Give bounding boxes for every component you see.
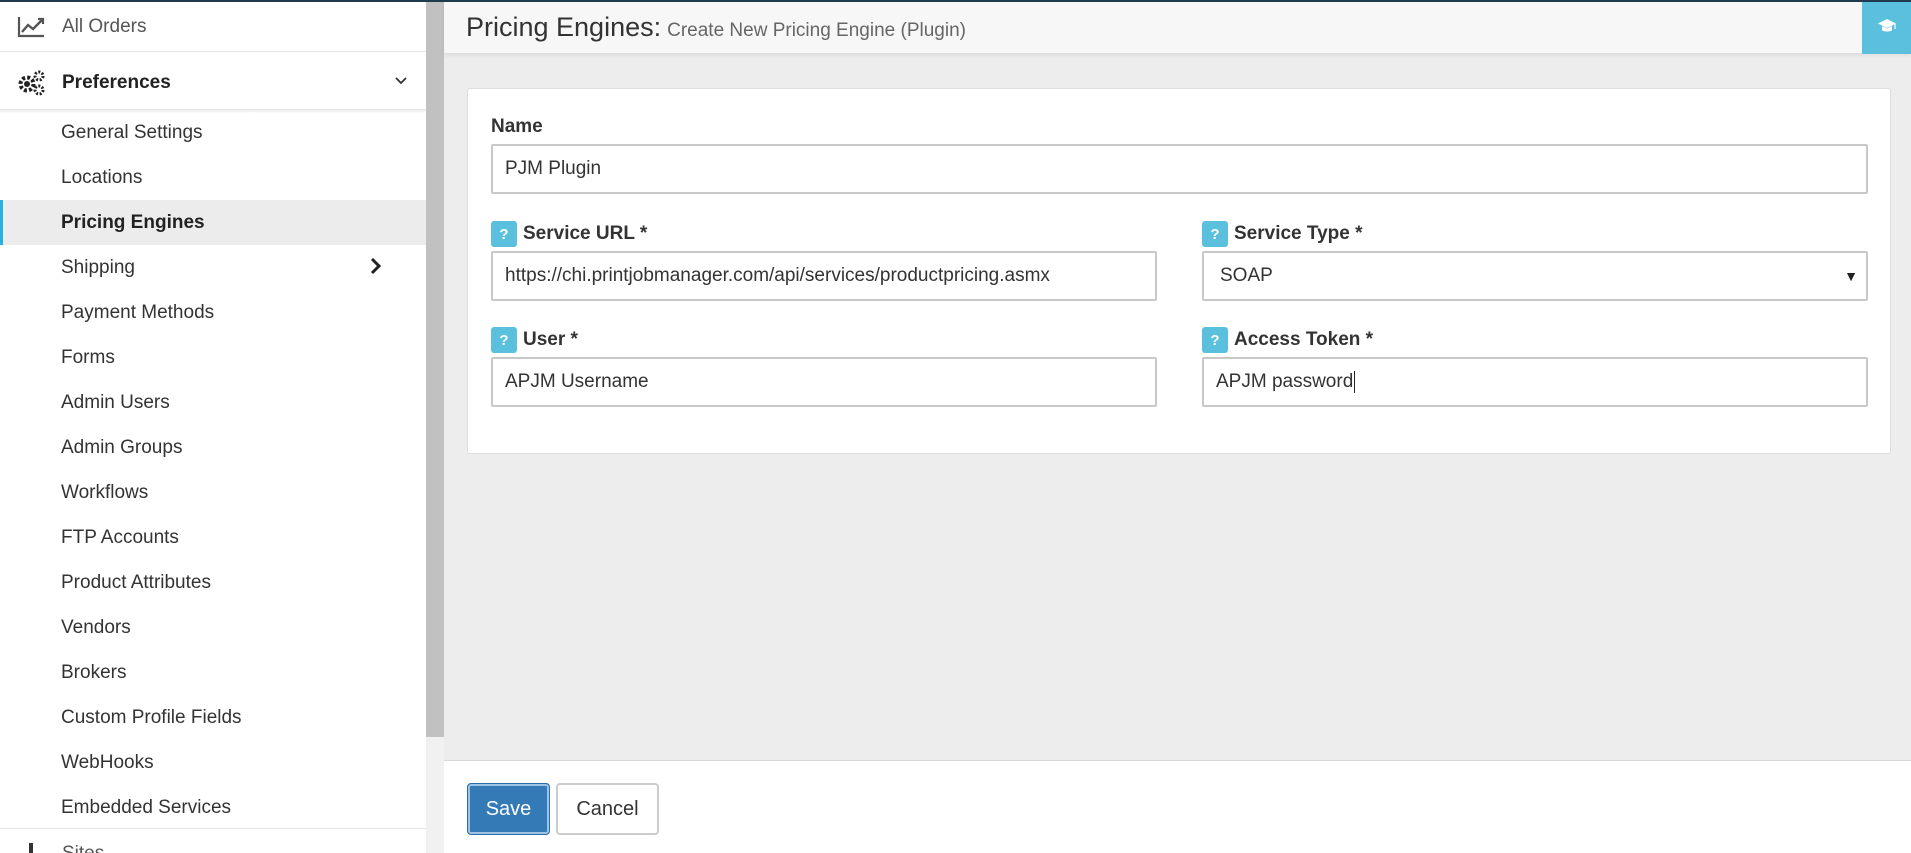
sidebar-item-admin-groups[interactable]: Admin Groups [0, 425, 426, 470]
sidebar-item-label: Payment Methods [61, 301, 215, 323]
caret-down-icon: ▼ [1844, 268, 1858, 284]
sidebar-item-embedded-services[interactable]: Embedded Services [0, 785, 426, 830]
name-label: Name [491, 116, 543, 138]
user-label-text: User * [523, 329, 578, 350]
sidebar-item-locations[interactable]: Locations [0, 155, 426, 200]
sidebar-item-label: Workflows [61, 481, 149, 503]
sidebar-item-admin-users[interactable]: Admin Users [0, 380, 426, 425]
service-type-value: SOAP [1220, 265, 1273, 286]
service-type-label-text: Service Type * [1234, 223, 1363, 244]
sidebar-item-label: WebHooks [61, 751, 154, 773]
access-token-value: APJM password [1216, 371, 1354, 392]
page-title: Pricing Engines: Create New Pricing Engin… [466, 12, 966, 43]
sidebar-scrollbar-thumb[interactable] [426, 2, 444, 737]
cancel-button[interactable]: Cancel [556, 783, 659, 835]
sidebar-item-preferences[interactable]: Preferences [0, 56, 426, 110]
sidebar-item-custom-profile-fields[interactable]: Custom Profile Fields [0, 695, 426, 740]
sidebar-item-payment-methods[interactable]: Payment Methods [0, 290, 426, 335]
gears-icon [0, 69, 62, 97]
sidebar-item-label: Brokers [61, 661, 127, 683]
line-chart-icon [0, 16, 62, 38]
sidebar-item-product-attributes[interactable]: Product Attributes [0, 560, 426, 605]
sidebar-item-brokers[interactable]: Brokers [0, 650, 426, 695]
help-badge[interactable]: ? [1202, 221, 1228, 247]
sitemap-icon [0, 843, 62, 853]
sidebar-item-label: Sites [62, 843, 104, 853]
sidebar-item-label: Pricing Engines [61, 211, 205, 233]
sidebar-item-label: Vendors [61, 616, 131, 638]
sidebar-item-vendors[interactable]: Vendors [0, 605, 426, 650]
user-label: ? User * [491, 327, 578, 353]
sidebar-item-webhooks[interactable]: WebHooks [0, 740, 426, 785]
service-url-label-text: Service URL * [523, 223, 648, 244]
service-url-label: ? Service URL * [491, 221, 647, 247]
name-label-text: Name [491, 116, 543, 137]
access-token-label-text: Access Token * [1234, 329, 1374, 350]
sidebar-item-label: Embedded Services [61, 796, 232, 818]
access-token-input[interactable]: APJM password [1202, 357, 1868, 407]
sidebar-item-label: FTP Accounts [61, 526, 179, 548]
text-cursor [1354, 371, 1356, 393]
sidebar-item-pricing-engines[interactable]: Pricing Engines [0, 200, 426, 245]
help-badge[interactable]: ? [1202, 327, 1228, 353]
sidebar-item-all-orders[interactable]: All Orders [0, 2, 426, 52]
user-input[interactable]: APJM Username [491, 357, 1157, 407]
sidebar-item-label: Shipping [61, 256, 135, 278]
access-token-label: ? Access Token * [1202, 327, 1373, 353]
graduation-cap-icon [1877, 18, 1897, 39]
sidebar-item-workflows[interactable]: Workflows [0, 470, 426, 515]
sidebar-item-label: Forms [61, 346, 115, 368]
sidebar-item-label: Preferences [62, 71, 171, 93]
help-badge[interactable]: ? [491, 221, 517, 247]
page-subtitle: Create New Pricing Engine (Plugin) [667, 20, 966, 41]
sidebar-item-label: General Settings [61, 121, 203, 143]
name-input[interactable]: PJM Plugin [491, 144, 1868, 194]
sidebar-item-sites[interactable]: Sites [0, 828, 426, 853]
sidebar-item-label: Product Attributes [61, 571, 211, 593]
service-type-select[interactable]: SOAP ▼ [1202, 251, 1868, 301]
service-url-input[interactable]: https://chi.printjobmanager.com/api/serv… [491, 251, 1157, 301]
pricing-engine-form: Name PJM Plugin ? Service URL * https://… [467, 88, 1891, 454]
save-button[interactable]: Save [467, 783, 550, 835]
sidebar-item-label: Custom Profile Fields [61, 706, 242, 728]
sidebar-item-ftp-accounts[interactable]: FTP Accounts [0, 515, 426, 560]
chevron-right-icon [370, 257, 382, 281]
sidebar-item-general-settings[interactable]: General Settings [0, 110, 426, 155]
help-badge[interactable]: ? [491, 327, 517, 353]
form-footer: Save Cancel [444, 760, 1911, 853]
sidebar-item-shipping[interactable]: Shipping [0, 245, 426, 290]
service-type-label: ? Service Type * [1202, 221, 1363, 247]
page-title-text: Pricing Engines: [466, 12, 662, 42]
sidebar-item-label: Locations [61, 166, 143, 188]
chevron-down-icon [394, 73, 408, 91]
sidebar-item-label: Admin Groups [61, 436, 183, 458]
sidebar-item-forms[interactable]: Forms [0, 335, 426, 380]
sidebar-item-label: All Orders [62, 15, 147, 37]
sidebar-item-label: Admin Users [61, 391, 170, 413]
page-header: Pricing Engines: Create New Pricing Engin… [444, 2, 1911, 54]
sidebar: All Orders Preferences General Settings … [0, 2, 426, 853]
help-button[interactable] [1862, 2, 1911, 54]
